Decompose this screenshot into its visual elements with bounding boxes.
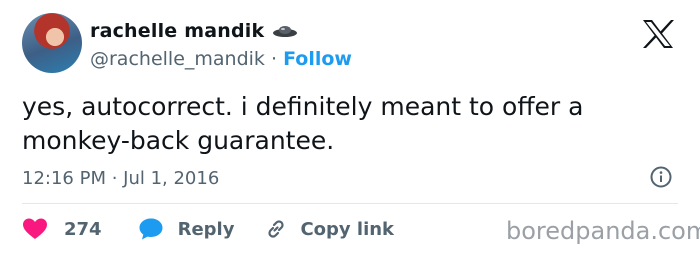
copy-link-button[interactable]: Copy link <box>264 217 394 241</box>
avatar[interactable] <box>22 13 82 73</box>
flying-saucer-icon <box>272 21 298 43</box>
action-bar: 274 Reply Copy link <box>22 214 394 244</box>
like-button[interactable]: 274 <box>22 217 102 241</box>
author-name[interactable]: rachelle mandik <box>90 20 264 42</box>
x-logo-icon[interactable] <box>641 19 675 49</box>
tweet-text: yes, autocorrect. i definitely meant to … <box>22 90 682 158</box>
reply-button[interactable]: Reply <box>138 217 235 241</box>
watermark: boredpanda.com <box>506 217 700 245</box>
tweet-timestamp[interactable]: 12:16 PM · Jul 1, 2016 <box>22 168 219 189</box>
heart-icon <box>22 217 48 241</box>
author-handle[interactable]: @rachelle_mandik <box>90 48 265 70</box>
reply-bubble-icon <box>138 217 164 241</box>
tweet-text-line: yes, autocorrect. i definitely meant to … <box>22 92 584 121</box>
follow-button[interactable]: Follow <box>283 48 352 70</box>
separator-dot: · <box>270 48 278 70</box>
tweet-text-line: monkey-back guarantee. <box>22 126 335 155</box>
copy-link-label: Copy link <box>300 218 395 240</box>
info-icon[interactable] <box>650 166 672 188</box>
reply-label: Reply <box>177 218 235 240</box>
likes-count: 274 <box>64 218 102 240</box>
link-icon <box>264 217 288 241</box>
divider <box>22 203 678 204</box>
